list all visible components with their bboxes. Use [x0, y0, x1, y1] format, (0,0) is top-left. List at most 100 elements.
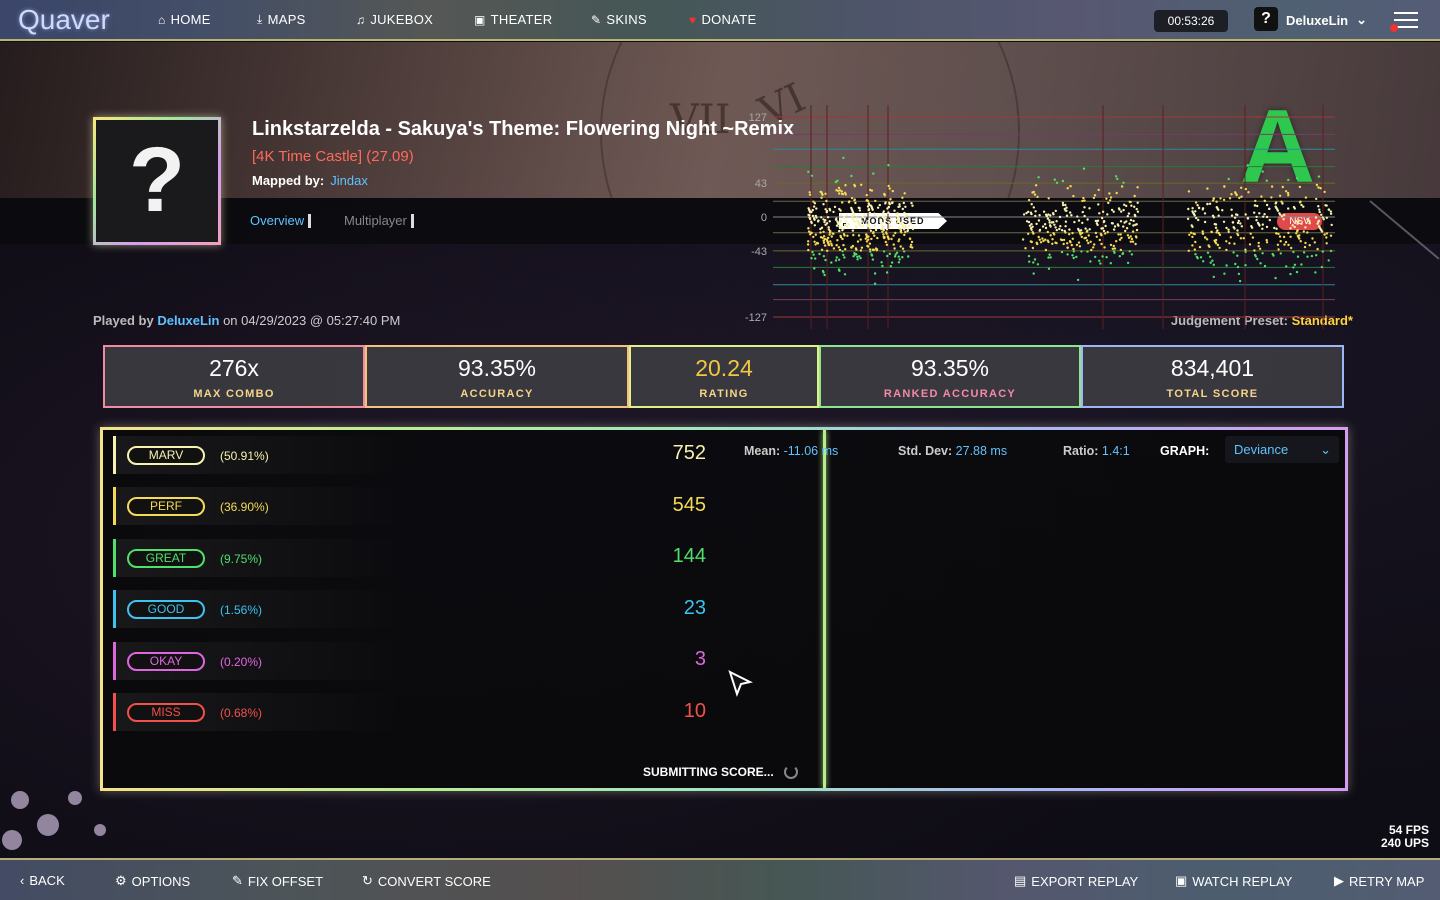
hit-dot — [888, 187, 891, 190]
nav-maps[interactable]: ⤓ MAPS — [257, 12, 306, 27]
convert-score-button[interactable]: ↻ CONVERT SCORE — [362, 873, 491, 889]
avatar[interactable]: ? — [1254, 7, 1278, 31]
hit-dot — [901, 207, 904, 211]
hit-dot — [1213, 239, 1216, 242]
hit-dot — [1031, 246, 1035, 250]
hit-dot — [1064, 225, 1067, 228]
hit-dot — [1062, 242, 1065, 246]
hit-dot — [867, 219, 870, 223]
hit-dot — [1129, 235, 1132, 238]
quaver-logo[interactable]: Quaver — [18, 4, 110, 36]
hit-dot — [873, 272, 877, 275]
hit-dot — [1130, 253, 1134, 256]
hit-dot — [911, 204, 914, 207]
hit-dot — [1304, 241, 1307, 245]
hit-dot — [1209, 255, 1212, 258]
hit-dot — [828, 231, 832, 234]
hit-dot — [1101, 227, 1105, 230]
hit-dot — [1066, 242, 1069, 245]
hit-dot — [1114, 175, 1118, 178]
hit-dot — [1021, 238, 1025, 241]
nav-skins[interactable]: ✎ SKINS — [591, 12, 647, 27]
hit-dot — [1256, 204, 1259, 208]
user-menu[interactable]: DeluxeLin ⌄ — [1286, 12, 1367, 28]
hit-dot — [1038, 214, 1041, 217]
hit-dot — [844, 248, 847, 251]
hit-dot — [837, 258, 841, 261]
hit-dot — [1065, 214, 1069, 217]
hit-dot — [808, 193, 812, 196]
options-label: OPTIONS — [131, 873, 191, 889]
song-title: Linkstarzelda - Sakuya's Theme: Flowerin… — [252, 118, 795, 140]
hit-dot — [1077, 219, 1081, 222]
stat-value: 93.35% — [457, 355, 536, 381]
hit-dot — [1318, 210, 1321, 214]
hit-dot — [892, 234, 895, 237]
retry-map-button[interactable]: ▶ RETRY MAP — [1334, 873, 1424, 889]
back-button[interactable]: ‹ BACK — [20, 873, 65, 888]
export-replay-button[interactable]: ▤ EXPORT REPLAY — [1014, 873, 1138, 889]
camera-icon: ▣ — [474, 12, 486, 27]
hit-dot — [1187, 190, 1191, 193]
hit-dot — [1044, 213, 1048, 216]
mapper-link[interactable]: Jindax — [330, 173, 368, 188]
hit-dot — [1244, 250, 1247, 254]
watch-replay-button[interactable]: ▣ WATCH REPLAY — [1175, 873, 1292, 889]
nav-theater[interactable]: ▣ THEATER — [474, 12, 552, 27]
hit-dot — [1219, 197, 1222, 200]
hamburger-menu-icon[interactable] — [1390, 12, 1418, 32]
hit-dot — [1315, 183, 1319, 187]
hit-dot — [814, 257, 817, 260]
hit-dot — [1259, 262, 1262, 265]
hit-dot — [836, 189, 840, 192]
hit-dot — [1236, 265, 1240, 269]
stat-value: 276x — [209, 355, 259, 381]
stat-value: 93.35% — [910, 355, 989, 381]
hit-dot — [1088, 207, 1091, 210]
hit-dot — [1254, 199, 1257, 203]
hit-dot — [897, 255, 900, 258]
tab-overview[interactable]: Overview — [250, 213, 312, 228]
hit-dot — [1292, 266, 1295, 269]
nav-jukebox[interactable]: ♫ JUKEBOX — [356, 12, 433, 27]
hit-dot — [1330, 223, 1333, 227]
hit-dot — [1038, 238, 1041, 241]
hit-dot — [1068, 240, 1072, 243]
hit-dot — [1055, 181, 1059, 184]
hit-dot — [1293, 225, 1296, 229]
nav-donate[interactable]: ♥ DONATE — [689, 12, 756, 27]
hit-dot — [842, 243, 845, 247]
hit-dot — [815, 207, 818, 210]
judgement-row-great: GREAT (9.75%) — [113, 539, 713, 577]
hit-dot — [1135, 228, 1139, 232]
nav-home[interactable]: ⌂ HOME — [158, 12, 211, 27]
flower-decoration — [2, 791, 106, 850]
hit-dot — [903, 192, 906, 195]
player-name[interactable]: DeluxeLin — [157, 313, 219, 328]
fix-offset-button[interactable]: ✎ FIX OFFSET — [232, 873, 323, 889]
hit-dot — [1047, 213, 1050, 216]
hit-dot — [1194, 201, 1198, 204]
hit-dot — [1317, 186, 1320, 189]
hit-dot — [1099, 262, 1102, 265]
graph-type-value: Deviance — [1234, 442, 1289, 457]
watch-replay-label: WATCH REPLAY — [1192, 873, 1293, 889]
hit-dot — [865, 233, 868, 236]
hit-dot — [813, 240, 816, 243]
hit-dot — [1234, 262, 1237, 266]
hit-dot — [888, 201, 891, 204]
hit-dot — [1284, 240, 1288, 244]
hit-dot — [1047, 197, 1050, 200]
hit-dot — [869, 248, 872, 251]
hit-dot — [874, 247, 878, 250]
options-button[interactable]: ⚙ OPTIONS — [115, 873, 190, 889]
tab-multiplayer-label: Multiplayer — [344, 213, 407, 228]
hit-dot — [1191, 235, 1194, 239]
hit-dot — [1081, 210, 1084, 214]
stat-rating: 20.24 RATING — [629, 345, 819, 408]
tab-multiplayer[interactable]: Multiplayer — [344, 213, 414, 228]
graph-type-select[interactable]: Deviance ⌄ — [1225, 436, 1339, 463]
hit-dot — [835, 244, 838, 247]
hit-dot — [904, 205, 907, 208]
hit-dot — [1082, 167, 1086, 170]
